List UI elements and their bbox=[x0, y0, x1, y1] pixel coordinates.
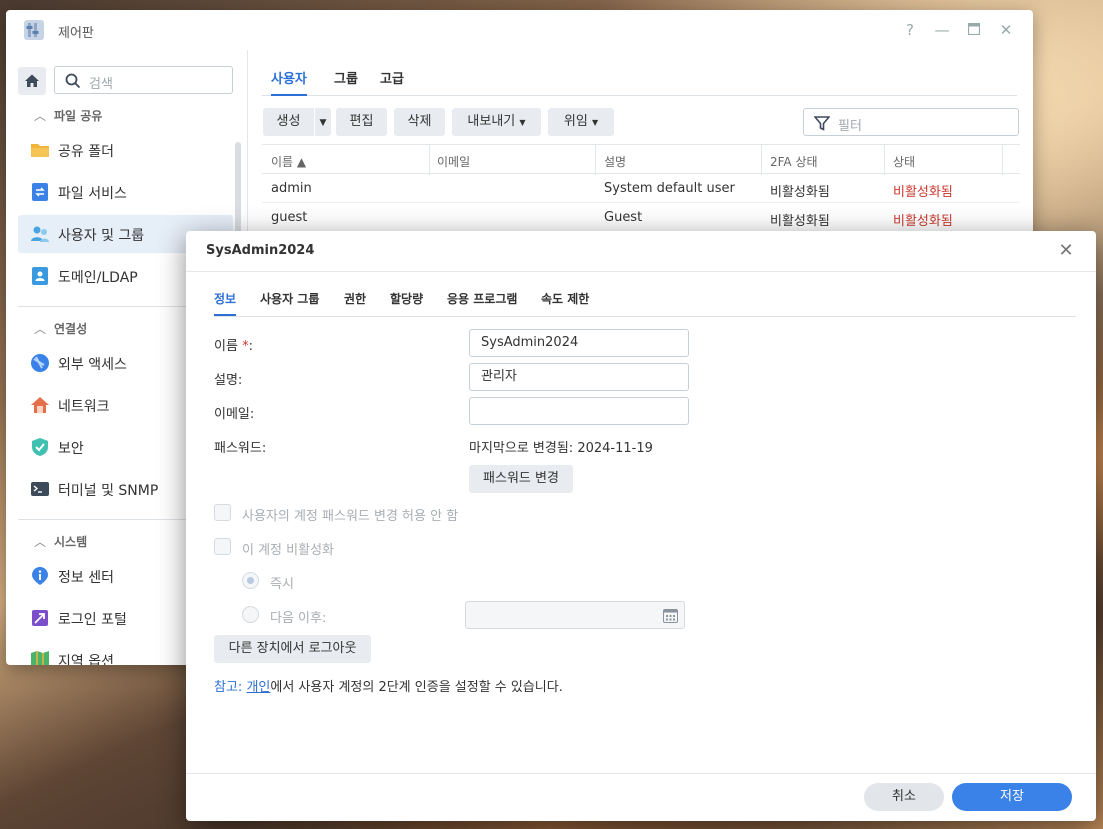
status-badge: 비활성화됨 bbox=[893, 185, 953, 200]
caret-down-icon: ▼ bbox=[319, 118, 327, 128]
create-button[interactable]: 생성 bbox=[263, 108, 314, 136]
immediately-radio[interactable] bbox=[242, 572, 259, 589]
column-divider[interactable] bbox=[595, 145, 596, 175]
terminal-icon bbox=[31, 482, 49, 496]
column-divider[interactable] bbox=[761, 145, 762, 175]
column-2fa-status[interactable]: 2FA 상태 bbox=[770, 153, 818, 170]
column-divider[interactable] bbox=[884, 145, 885, 175]
sidebar-item-file-services[interactable]: 파일 서비스 bbox=[18, 173, 233, 211]
help-icon[interactable]: ? bbox=[900, 20, 920, 40]
password-last-changed: 마지막으로 변경됨: 2024-11-19 bbox=[469, 441, 653, 456]
search-placeholder: 검색 bbox=[89, 77, 113, 92]
after-date-radio[interactable] bbox=[242, 606, 259, 623]
section-connectivity[interactable]: ︿ 연결성 bbox=[34, 320, 87, 337]
dialog-title: SysAdmin2024 bbox=[206, 243, 315, 258]
change-password-button[interactable]: 패스워드 변경 bbox=[469, 465, 573, 493]
disallow-password-change-label: 사용자의 계정 패스워드 변경 허용 안 함 bbox=[242, 509, 459, 524]
tab-advanced[interactable]: 고급 bbox=[380, 68, 404, 94]
tab-groups[interactable]: 그룹 bbox=[334, 68, 358, 94]
email-label: 이메일: bbox=[214, 407, 255, 422]
login-portal-icon bbox=[32, 610, 48, 626]
edit-user-dialog: SysAdmin2024 ✕ 정보 사용자 그룹 권한 할당량 응용 프로그램 … bbox=[186, 231, 1096, 821]
expiry-date-input[interactable] bbox=[465, 601, 685, 629]
edit-button[interactable]: 편집 bbox=[336, 108, 387, 136]
search-icon bbox=[65, 73, 81, 89]
status-badge: 비활성화됨 bbox=[893, 214, 953, 229]
minimize-icon[interactable]: — bbox=[932, 20, 952, 40]
column-divider[interactable] bbox=[429, 145, 430, 175]
home-button[interactable] bbox=[18, 67, 46, 95]
save-button[interactable]: 저장 bbox=[952, 783, 1072, 811]
disable-account-checkbox[interactable] bbox=[214, 538, 231, 555]
logout-other-devices-button[interactable]: 다른 장치에서 로그아웃 bbox=[214, 635, 371, 663]
footer-divider bbox=[186, 773, 1096, 774]
main-tabs: 사용자 그룹 고급 bbox=[262, 66, 1017, 96]
tab-info[interactable]: 정보 bbox=[214, 290, 237, 316]
title-bar[interactable]: 제어판 ? — ✕ bbox=[6, 10, 1033, 50]
table-row[interactable]: guest Guest 비활성화됨 비활성화됨 bbox=[262, 203, 1020, 232]
cancel-button[interactable]: 취소 bbox=[864, 783, 944, 811]
filter-input[interactable]: 필터 bbox=[803, 108, 1019, 136]
users-icon bbox=[31, 226, 49, 242]
external-access-icon bbox=[31, 354, 49, 372]
table-header: 이름 ▲ 이메일 설명 2FA 상태 상태 bbox=[262, 144, 1020, 175]
disallow-password-change-checkbox[interactable] bbox=[214, 504, 231, 521]
section-system[interactable]: ︿ 시스템 bbox=[34, 533, 87, 550]
info-icon bbox=[32, 567, 48, 585]
filter-icon bbox=[814, 116, 830, 131]
delete-button[interactable]: 삭제 bbox=[394, 108, 445, 136]
tab-user-groups[interactable]: 사용자 그룹 bbox=[260, 290, 319, 314]
directory-icon bbox=[32, 267, 48, 285]
create-dropdown-button[interactable]: ▼ bbox=[315, 108, 331, 136]
chevron-up-icon: ︿ bbox=[34, 109, 47, 123]
two-factor-note: 참고: 개인에서 사용자 계정의 2단계 인증을 설정할 수 있습니다. bbox=[214, 680, 563, 695]
password-label: 패스워드: bbox=[214, 441, 267, 456]
dialog-close-icon[interactable]: ✕ bbox=[1056, 240, 1076, 261]
control-panel-app-icon bbox=[24, 20, 44, 40]
sidebar-item-shared-folder[interactable]: 공유 폴더 bbox=[18, 131, 233, 169]
users-table: 이름 ▲ 이메일 설명 2FA 상태 상태 admin System defau… bbox=[262, 144, 1020, 232]
column-description[interactable]: 설명 bbox=[604, 153, 626, 170]
caret-down-icon: ▼ bbox=[519, 118, 526, 127]
tab-permissions[interactable]: 권한 bbox=[344, 290, 366, 314]
file-services-icon bbox=[32, 183, 48, 201]
tab-users[interactable]: 사용자 bbox=[271, 68, 307, 96]
folder-icon bbox=[31, 144, 49, 157]
tab-quota[interactable]: 할당량 bbox=[390, 290, 423, 314]
personal-link[interactable]: 개인 bbox=[246, 680, 270, 695]
column-email[interactable]: 이메일 bbox=[437, 153, 470, 170]
maximize-icon[interactable] bbox=[964, 20, 984, 40]
description-field[interactable]: 관리자 bbox=[469, 363, 689, 391]
column-status[interactable]: 상태 bbox=[893, 153, 915, 170]
table-row[interactable]: admin System default user 비활성화됨 비활성화됨 bbox=[262, 174, 1020, 203]
name-field[interactable]: SysAdmin2024 bbox=[469, 329, 689, 357]
dialog-tabs: 정보 사용자 그룹 권한 할당량 응용 프로그램 속도 제한 bbox=[214, 287, 1076, 317]
filter-placeholder: 필터 bbox=[838, 119, 862, 134]
tab-applications[interactable]: 응용 프로그램 bbox=[447, 290, 517, 314]
window-title: 제어판 bbox=[58, 26, 94, 41]
name-label: 이름 *: bbox=[214, 339, 253, 354]
chevron-up-icon: ︿ bbox=[34, 322, 47, 336]
email-field[interactable] bbox=[469, 397, 689, 425]
close-icon[interactable]: ✕ bbox=[996, 20, 1016, 40]
column-name[interactable]: 이름 ▲ bbox=[271, 153, 306, 170]
delegate-button[interactable]: 위임 ▼ bbox=[548, 108, 614, 136]
chevron-up-icon: ︿ bbox=[34, 535, 47, 549]
caret-down-icon: ▼ bbox=[591, 118, 599, 127]
disable-account-label: 이 계정 비활성화 bbox=[242, 543, 334, 558]
search-input[interactable]: 검색 bbox=[54, 66, 233, 94]
description-label: 설명: bbox=[214, 373, 243, 388]
tab-speed-limit[interactable]: 속도 제한 bbox=[541, 290, 589, 314]
dialog-divider bbox=[186, 271, 1096, 272]
after-date-label: 다음 이후: bbox=[270, 611, 327, 626]
calendar-icon[interactable] bbox=[663, 608, 678, 623]
region-icon bbox=[31, 651, 49, 665]
export-button[interactable]: 내보내기 ▼ bbox=[452, 108, 541, 136]
home-icon bbox=[25, 74, 39, 87]
shield-icon bbox=[32, 438, 48, 456]
network-home-icon bbox=[31, 397, 49, 413]
section-file-sharing[interactable]: ︿ 파일 공유 bbox=[34, 107, 102, 124]
column-divider[interactable] bbox=[1002, 145, 1003, 175]
immediately-label: 즉시 bbox=[270, 577, 294, 592]
